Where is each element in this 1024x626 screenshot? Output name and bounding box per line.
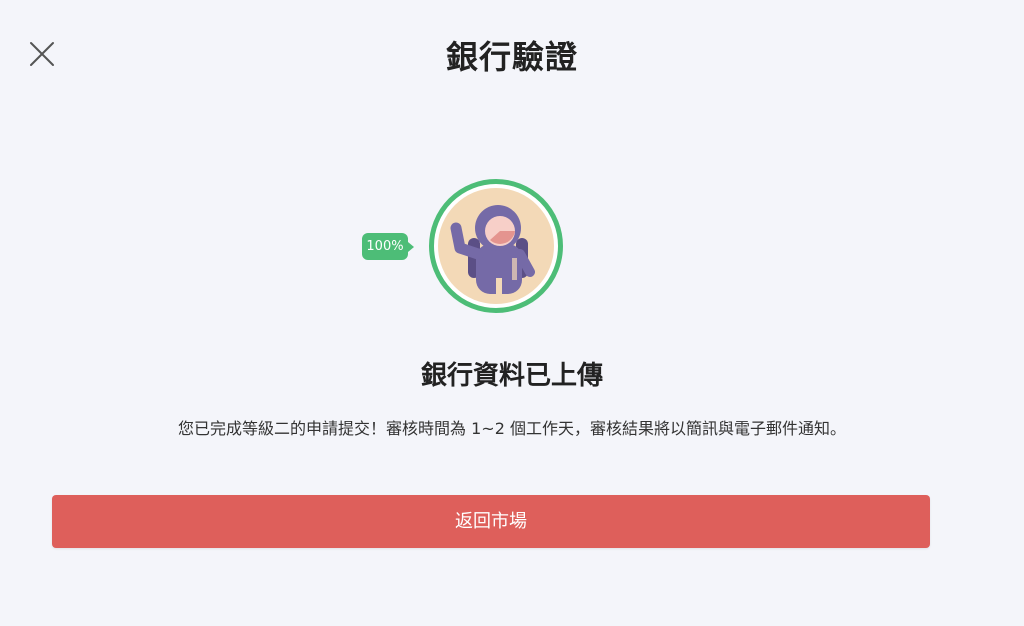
page-title: 銀行驗證 [445, 38, 578, 76]
progress-badge: 100% [362, 233, 414, 260]
status-heading: 銀行資料已上傳 [420, 361, 603, 391]
back-to-market-button[interactable]: 返回市場 [52, 495, 930, 548]
status-description: 您已完成等級二的申請提交！審核時間為 1~2 個工作天，審核結果將以簡訊與電子郵… [178, 419, 846, 438]
header-bar: 銀行驗證 [0, 0, 1024, 110]
astronaut-avatar-icon [438, 188, 554, 304]
avatar-progress-ring [429, 179, 563, 313]
avatar [429, 179, 563, 313]
